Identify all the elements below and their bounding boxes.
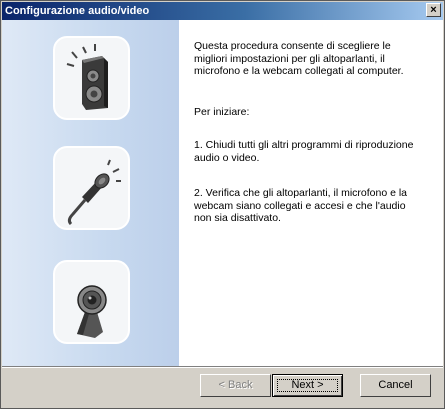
footer-divider xyxy=(2,366,443,368)
back-button-label: < Back xyxy=(218,379,253,391)
back-button[interactable]: < Back xyxy=(200,374,271,397)
dialog-window: Configurazione audio/video × Questa proc… xyxy=(0,0,445,409)
start-heading: Per iniziare: xyxy=(194,106,250,118)
intro-text: Questa procedura consente di scegliere l… xyxy=(194,40,404,77)
step-1: 1. Chiudi tutti gli altri programmi di r… xyxy=(194,139,414,164)
wizard-content: Questa procedura consente di scegliere l… xyxy=(2,20,443,366)
microphone-tile xyxy=(53,146,130,230)
sidebar-panel xyxy=(2,20,179,366)
window-title: Configurazione audio/video xyxy=(5,5,150,17)
webcam-icon xyxy=(77,285,107,338)
cancel-button[interactable]: Cancel xyxy=(360,374,431,397)
cancel-button-label: Cancel xyxy=(378,379,413,391)
next-button[interactable]: Next > xyxy=(272,374,343,397)
speaker-tile xyxy=(53,36,130,120)
title-bar[interactable]: Configurazione audio/video × xyxy=(2,2,443,20)
speaker-icon xyxy=(66,44,108,110)
next-button-label: Next > xyxy=(291,379,324,391)
step-2: 2. Verifica che gli altoparlanti, il mic… xyxy=(194,187,408,224)
microphone-icon xyxy=(67,159,121,226)
close-button[interactable]: × xyxy=(426,3,441,17)
webcam-tile xyxy=(53,260,130,344)
close-icon: × xyxy=(430,4,437,16)
